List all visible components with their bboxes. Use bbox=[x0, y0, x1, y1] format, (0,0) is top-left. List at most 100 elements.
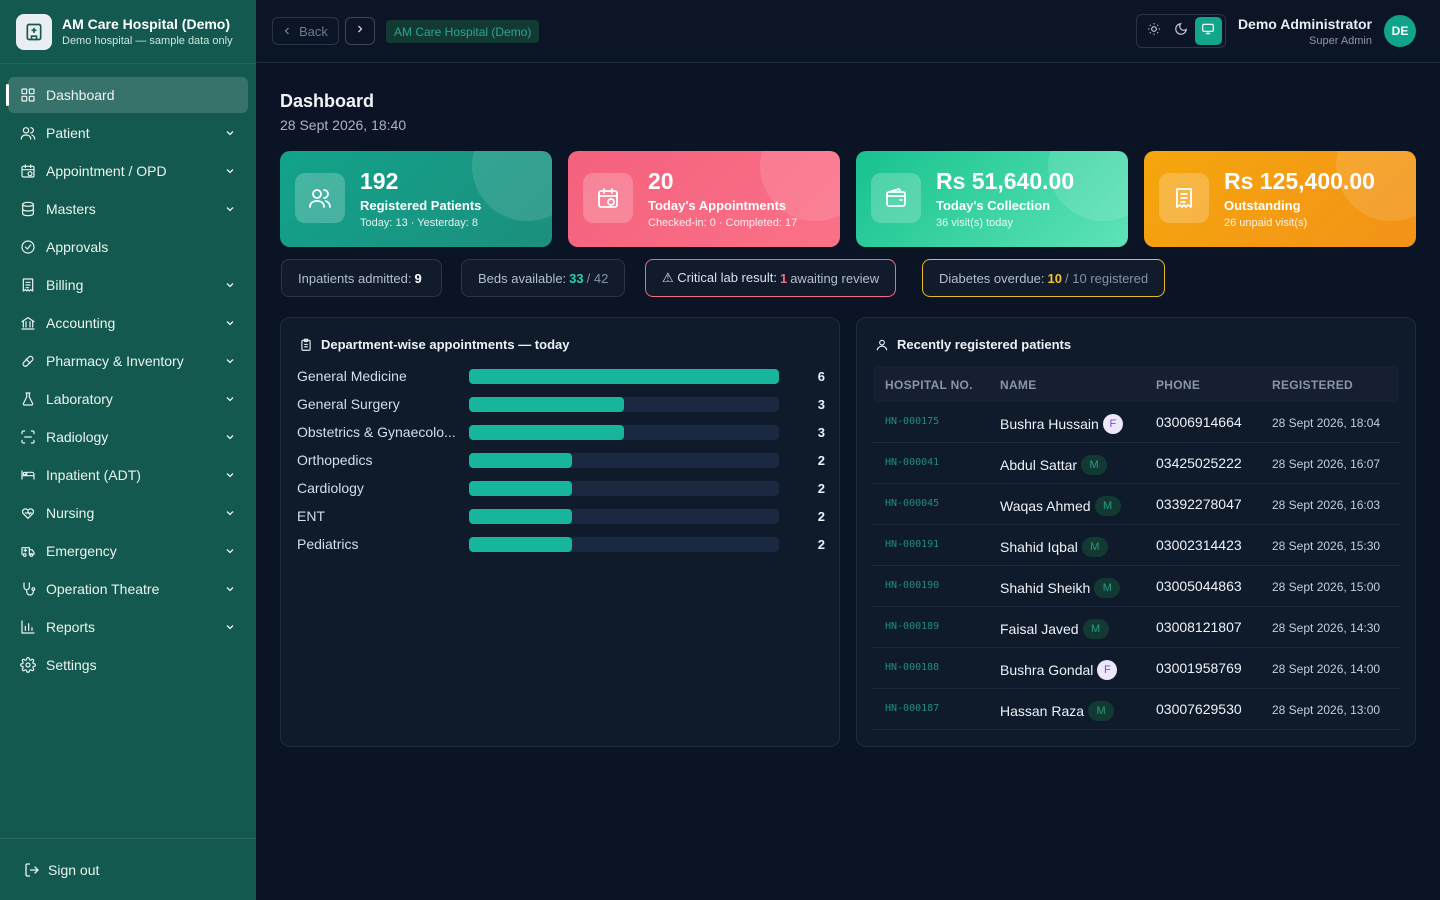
table-row[interactable]: HN-000190 Shahid Sheikh M 03005044863 28 Sep… bbox=[873, 566, 1399, 607]
chevron-down-icon bbox=[224, 127, 236, 139]
gender-badge: F bbox=[1102, 414, 1123, 434]
gender-badge: M bbox=[1081, 455, 1108, 475]
back-button[interactable]: Back bbox=[272, 17, 339, 45]
patient-name-cell: Bushra Gondal F bbox=[1000, 660, 1118, 680]
user-role: Super Admin bbox=[1309, 35, 1372, 47]
clipboard-icon bbox=[299, 338, 313, 352]
patient-name[interactable]: Hassan Raza bbox=[1000, 703, 1084, 719]
beds-pill[interactable]: Beds available: 33 / 42 bbox=[461, 259, 626, 297]
table-row[interactable]: HN-000189 Faisal Javed M 03008121807 28 Sept… bbox=[873, 607, 1399, 648]
breadcrumb[interactable]: AM Care Hospital (Demo) bbox=[386, 20, 540, 43]
registered-time: 28 Sept 2026, 14:00 bbox=[1272, 662, 1381, 676]
stat-value: 192 bbox=[360, 168, 399, 194]
light-theme-button[interactable] bbox=[1140, 17, 1167, 45]
column-registered[interactable]: REGISTERED bbox=[1272, 378, 1353, 392]
sidebar-item-nursing[interactable]: Nursing bbox=[8, 495, 248, 531]
hospital-number[interactable]: HN-000187 bbox=[885, 703, 939, 714]
outstanding-card[interactable]: Rs 125,400.00 Outstanding 26 unpaid visit(… bbox=[1144, 151, 1416, 247]
user-info[interactable]: Demo Administrator Super Admin bbox=[1238, 16, 1372, 47]
column-name[interactable]: NAME bbox=[1000, 378, 1037, 392]
table-row[interactable]: HN-000187 Hassan Raza M 03007629530 28 Sept … bbox=[873, 689, 1399, 730]
department-bar-track bbox=[469, 480, 779, 496]
registered-time: 28 Sept 2026, 18:04 bbox=[1272, 416, 1381, 430]
patient-name[interactable]: Bushra Gondal bbox=[1000, 662, 1093, 678]
department-count: 2 bbox=[817, 536, 825, 552]
table-row[interactable]: HN-000188 Bushra Gondal F 03001958769 28 Sep… bbox=[873, 648, 1399, 689]
registered-patients-card[interactable]: 192 Registered Patients Today: 13 · Yester… bbox=[280, 151, 552, 247]
column-phone[interactable]: PHONE bbox=[1156, 378, 1200, 392]
hospital-number[interactable]: HN-000041 bbox=[885, 457, 939, 468]
chevron-down-icon bbox=[224, 203, 236, 215]
hospital-number[interactable]: HN-000190 bbox=[885, 580, 939, 591]
sidebar-item-label: Masters bbox=[46, 201, 96, 217]
stat-value: Rs 51,640.00 bbox=[936, 168, 1075, 194]
hospital-number[interactable]: HN-000188 bbox=[885, 662, 939, 673]
sidebar-item-approvals[interactable]: Approvals bbox=[8, 229, 248, 265]
receipt-icon bbox=[1159, 173, 1209, 223]
department-bar bbox=[469, 452, 573, 468]
sidebar-item-patient[interactable]: Patient bbox=[8, 115, 248, 151]
avatar[interactable]: DE bbox=[1384, 15, 1416, 47]
inpatients-pill[interactable]: Inpatients admitted: 9 bbox=[281, 259, 442, 297]
theme-toggle bbox=[1136, 14, 1226, 48]
hospital-number[interactable]: HN-000045 bbox=[885, 498, 939, 509]
department-row: ENT 2 bbox=[297, 506, 825, 526]
sidebar-item-reports[interactable]: Reports bbox=[8, 609, 248, 645]
sidebar-item-operation-theatre[interactable]: Operation Theatre bbox=[8, 571, 248, 607]
department-panel-title: Department-wise appointments — today bbox=[299, 337, 569, 352]
beds-label: Beds available: bbox=[478, 270, 567, 286]
sidebar-item-appointment-opd[interactable]: Appointment / OPD bbox=[8, 153, 248, 189]
sidebar-item-accounting[interactable]: Accounting bbox=[8, 305, 248, 341]
hospital-number[interactable]: HN-000175 bbox=[885, 416, 939, 427]
todays-collection-card[interactable]: Rs 51,640.00 Today's Collection 36 visit(s… bbox=[856, 151, 1128, 247]
brand[interactable]: AM Care Hospital (Demo) Demo hospital — … bbox=[0, 0, 256, 64]
forward-button[interactable] bbox=[345, 17, 375, 45]
gender-badge: M bbox=[1094, 496, 1121, 516]
sidebar-item-laboratory[interactable]: Laboratory bbox=[8, 381, 248, 417]
sidebar-item-pharmacy-inventory[interactable]: Pharmacy & Inventory bbox=[8, 343, 248, 379]
sidebar-item-emergency[interactable]: Emergency bbox=[8, 533, 248, 569]
department-panel-title-text: Department-wise appointments — today bbox=[321, 337, 570, 352]
hospital-number[interactable]: HN-000189 bbox=[885, 621, 939, 632]
back-label: Back bbox=[299, 23, 328, 39]
department-count: 3 bbox=[817, 396, 825, 412]
diabetes-overdue-pill[interactable]: Diabetes overdue: 10 / 10 registered bbox=[922, 259, 1166, 297]
patient-name[interactable]: Bushra Hussain bbox=[1000, 416, 1099, 432]
dark-theme-button[interactable] bbox=[1167, 17, 1194, 45]
chevron-down-icon bbox=[224, 469, 236, 481]
patient-name[interactable]: Faisal Javed bbox=[1000, 621, 1079, 637]
stat-label: Today's Collection bbox=[936, 198, 1051, 213]
registered-time: 28 Sept 2026, 15:30 bbox=[1272, 539, 1381, 553]
department-bar bbox=[469, 424, 624, 440]
sidebar-item-billing[interactable]: Billing bbox=[8, 267, 248, 303]
hospital-number[interactable]: HN-000191 bbox=[885, 539, 939, 550]
stat-subtext: Today: 13 · Yesterday: 8 bbox=[360, 217, 479, 229]
table-row[interactable]: HN-000045 Waqas Ahmed M 03392278047 28 Sept … bbox=[873, 484, 1399, 525]
table-row[interactable]: HN-000175 Bushra Hussain F 03006914664 28 Se… bbox=[873, 402, 1399, 443]
department-appointments-panel: Department-wise appointments — today Gen… bbox=[280, 317, 840, 747]
system-theme-button[interactable] bbox=[1194, 17, 1222, 45]
chevron-down-icon bbox=[224, 317, 236, 329]
chevron-down-icon bbox=[224, 393, 236, 405]
table-row[interactable]: HN-000041 Abdul Sattar M 03425025222 28 Sept… bbox=[873, 443, 1399, 484]
sidebar-item-label: Emergency bbox=[46, 543, 117, 559]
sidebar-item-settings[interactable]: Settings bbox=[8, 647, 248, 683]
calendar-clock-icon bbox=[20, 163, 36, 179]
sidebar-item-masters[interactable]: Masters bbox=[8, 191, 248, 227]
sidebar-item-dashboard[interactable]: Dashboard bbox=[6, 77, 248, 113]
patient-name[interactable]: Shahid Iqbal bbox=[1000, 539, 1078, 555]
patient-name[interactable]: Abdul Sattar bbox=[1000, 457, 1077, 473]
patient-name[interactable]: Shahid Sheikh bbox=[1000, 580, 1090, 596]
sidebar-item-radiology[interactable]: Radiology bbox=[8, 419, 248, 455]
critical-lab-pill[interactable]: ⚠ Critical lab result: 1 awaiting review bbox=[645, 259, 897, 297]
sidebar-item-inpatient-adt[interactable]: Inpatient (ADT) bbox=[8, 457, 248, 493]
critical-lab-suffix: awaiting review bbox=[790, 270, 880, 286]
stat-label: Outstanding bbox=[1224, 198, 1301, 213]
todays-appointments-card[interactable]: 20 Today's Appointments Checked-in: 0 · Co… bbox=[568, 151, 840, 247]
sign-out-button[interactable]: Sign out bbox=[0, 838, 256, 900]
flask-icon bbox=[20, 391, 36, 407]
stat-subtext: 36 visit(s) today bbox=[936, 217, 1014, 229]
table-row[interactable]: HN-000191 Shahid Iqbal M 03002314423 28 Sept… bbox=[873, 525, 1399, 566]
column-hospital-no[interactable]: HOSPITAL NO. bbox=[885, 378, 973, 392]
patient-name[interactable]: Waqas Ahmed bbox=[1000, 498, 1091, 514]
